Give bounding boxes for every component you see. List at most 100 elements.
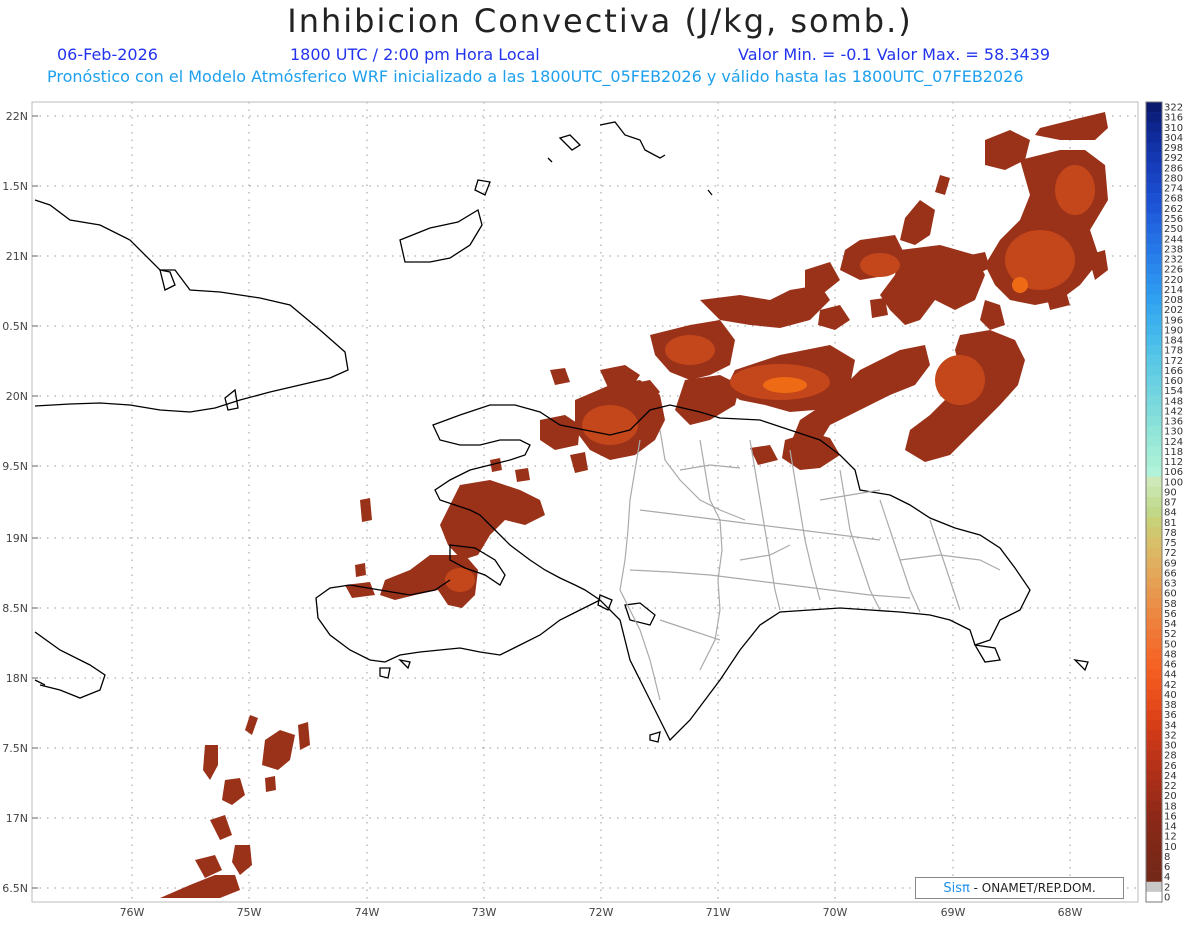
lat-label-8: 18N: [6, 672, 28, 685]
colorbar-swatch: [1146, 537, 1162, 548]
colorbar-swatch: [1146, 669, 1162, 680]
lon-label-4: 72W: [589, 906, 614, 919]
colorbar-swatch: [1146, 517, 1162, 528]
colorbar-swatch: [1146, 253, 1162, 265]
colorbar-swatch: [1146, 385, 1162, 396]
colorbar-swatch: [1146, 132, 1162, 143]
lat-label-6: 19N: [6, 532, 28, 545]
colorbar-swatch: [1146, 223, 1162, 234]
colorbar-swatch: [1146, 274, 1162, 285]
colorbar-swatch: [1146, 628, 1162, 640]
colorbar-swatch: [1146, 365, 1162, 376]
colorbar-swatch: [1146, 426, 1162, 437]
credit-box: Sisπ - ONAMET/REP.DOM.: [915, 877, 1124, 899]
colorbar-swatch: [1146, 800, 1162, 812]
colorbar-swatch: [1146, 203, 1162, 214]
lat-label-9: 7.5N: [2, 742, 28, 755]
colorbar-swatch: [1146, 152, 1162, 164]
colorbar-swatch: [1146, 112, 1162, 123]
colorbar-swatch: [1146, 547, 1162, 558]
colorbar-swatch: [1146, 183, 1162, 194]
colorbar-swatch: [1146, 618, 1162, 629]
colorbar-swatch: [1146, 750, 1162, 761]
colorbar-swatch: [1146, 648, 1162, 660]
credit-text: - ONAMET/REP.DOM.: [969, 881, 1096, 895]
lon-label-2: 74W: [355, 906, 380, 919]
sispi-logo: Sisπ: [943, 881, 970, 896]
lat-label-10: 17N: [6, 812, 28, 825]
colorbar-swatch: [1146, 142, 1162, 153]
colorbar-swatch: [1146, 598, 1162, 609]
colorbar-swatch: [1146, 841, 1162, 852]
colorbar-swatch: [1146, 709, 1162, 721]
colorbar-swatch: [1146, 172, 1162, 184]
colorbar-swatch: [1146, 304, 1162, 315]
colorbar-swatch: [1146, 527, 1162, 538]
province-borders: [619, 429, 1001, 701]
colorbar-swatch: [1146, 608, 1162, 619]
colorbar-swatch: [1146, 851, 1162, 862]
colorbar-swatch: [1146, 264, 1162, 275]
colorbar-swatch: [1146, 790, 1162, 802]
lat-lon-grid: [32, 102, 1138, 902]
colorbar-swatch: [1146, 334, 1162, 346]
lon-label-7: 69W: [941, 906, 966, 919]
colorbar-swatch: [1146, 719, 1162, 731]
colorbar-swatch: [1146, 284, 1162, 295]
colorbar-swatch: [1146, 679, 1162, 690]
colorbar-swatch: [1146, 820, 1162, 832]
lat-label-2: 21N: [6, 250, 28, 263]
colorbar-swatch: [1146, 395, 1162, 407]
colorbar-swatch: [1146, 557, 1162, 569]
colorbar-swatch: [1146, 193, 1162, 204]
lat-label-11: 6.5N: [2, 882, 28, 895]
lat-label-4: 20N: [6, 390, 28, 403]
colorbar-swatch: [1146, 436, 1162, 447]
colorbar-swatch: [1146, 770, 1162, 781]
colorbar-swatch: [1146, 699, 1162, 710]
colorbar-swatch: [1146, 486, 1162, 498]
colorbar-swatch: [1146, 780, 1162, 791]
lat-label-5: 9.5N: [2, 460, 28, 473]
colorbar-swatch: [1146, 496, 1162, 508]
colorbar-swatch: [1146, 476, 1162, 488]
colorbar-swatch: [1146, 658, 1162, 670]
map-frame: [31, 101, 1139, 903]
lon-label-1: 75W: [237, 906, 262, 919]
lat-label-3: 0.5N: [2, 320, 28, 333]
colorbar-swatch: [1146, 446, 1162, 457]
colorbar-swatch: [1146, 324, 1162, 336]
colorbar-swatch: [1146, 729, 1162, 741]
colorbar-swatch: [1146, 588, 1162, 599]
lon-label-3: 73W: [472, 906, 497, 919]
colorbar-swatch: [1146, 881, 1162, 893]
colorbar-swatch: [1146, 638, 1162, 650]
colorbar-swatch: [1146, 375, 1162, 386]
colorbar-swatch: [1146, 122, 1162, 133]
colorbar-swatch: [1146, 294, 1162, 305]
colorbar-swatch: [1146, 891, 1162, 903]
colorbar-swatch: [1146, 314, 1162, 326]
colorbar-swatch: [1146, 233, 1162, 245]
lon-label-8: 68W: [1058, 906, 1083, 919]
colorbar-swatch: [1146, 345, 1162, 356]
lon-label-5: 71W: [706, 906, 731, 919]
lat-label-7: 8.5N: [2, 602, 28, 615]
colorbar-swatch: [1146, 243, 1162, 255]
colorbar-swatch: [1146, 102, 1162, 113]
colorbar-swatch: [1146, 507, 1162, 518]
colorbar-swatch: [1146, 456, 1162, 467]
colorbar: 3223163103042982922862802742682622562502…: [1145, 101, 1183, 903]
colorbar-swatch: [1146, 415, 1162, 427]
colorbar-swatch: [1146, 567, 1162, 579]
colorbar-swatch: [1146, 861, 1162, 872]
colorbar-swatch: [1146, 760, 1162, 771]
lat-label-1: 1.5N: [2, 180, 28, 193]
colorbar-swatch: [1146, 162, 1162, 174]
lon-label-0: 76W: [120, 906, 145, 919]
colorbar-swatch: [1146, 577, 1162, 589]
colorbar-label: 0: [1164, 892, 1170, 903]
colorbar-swatch: [1146, 689, 1162, 700]
colorbar-swatch: [1146, 213, 1162, 224]
colorbar-swatch: [1146, 831, 1162, 842]
